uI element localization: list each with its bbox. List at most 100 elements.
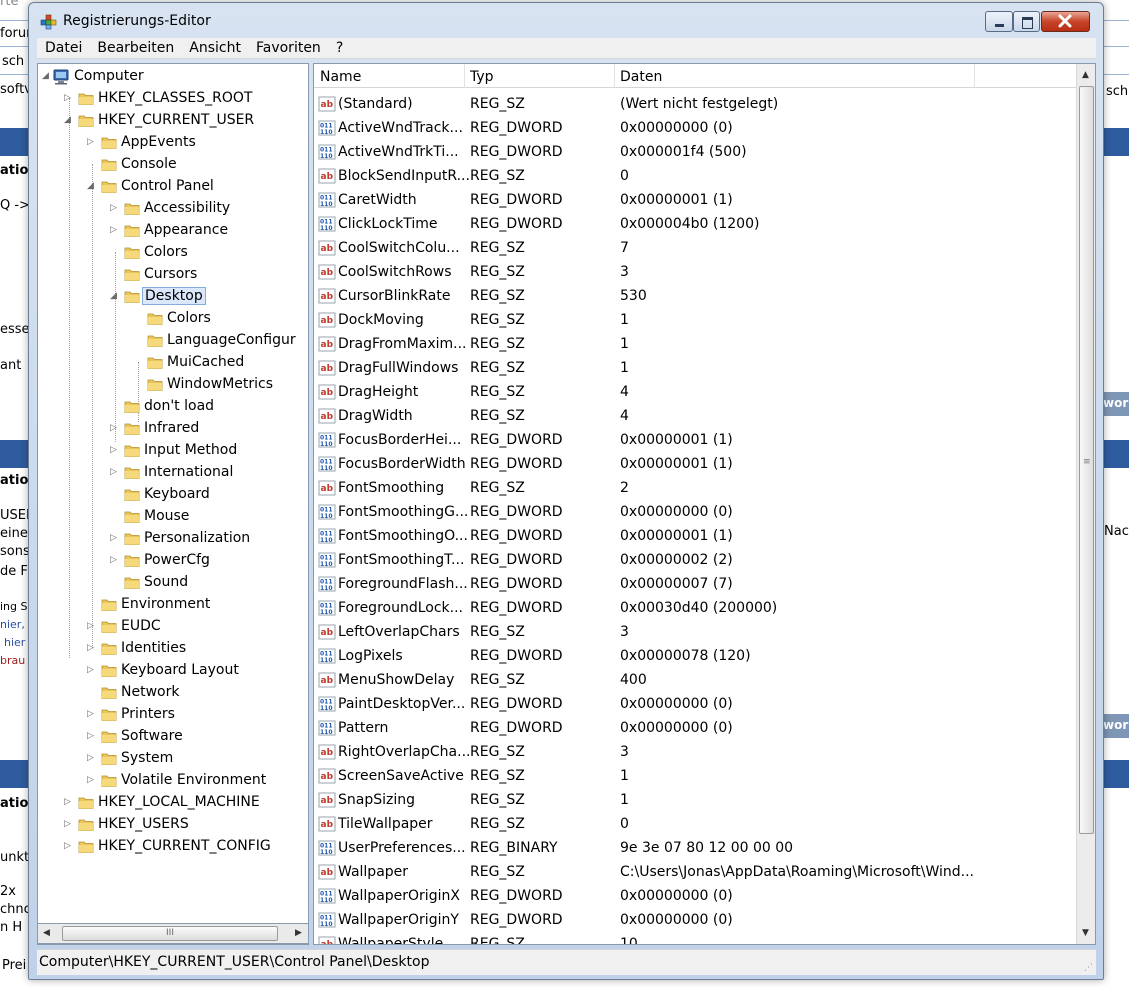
scroll-down-icon[interactable]: ▼ — [1082, 928, 1089, 938]
registry-value-row[interactable]: 011 110 FontSmoothingG... REG_DWORD 0x000000… — [314, 500, 1076, 524]
svg-text:ab: ab — [321, 628, 334, 638]
expand-arrow-icon[interactable]: ▷ — [87, 666, 96, 675]
column-header-name[interactable]: Name — [320, 69, 361, 85]
folder-icon — [124, 487, 140, 502]
registry-tree[interactable]: ◢ Computer ▷ HKEY_CLASSES_ROOT ◢ HKEY_CURRENT… — [37, 63, 309, 945]
value-name: CaretWidth — [338, 192, 417, 208]
menu-bearbeiten[interactable]: Bearbeiten — [89, 38, 181, 59]
expand-arrow-icon[interactable]: ▷ — [87, 138, 96, 147]
menu-favoriten[interactable]: Favoriten — [248, 38, 328, 59]
registry-value-row[interactable]: ab Wallpaper REG_SZ C:\Users\Jonas\AppData\… — [314, 860, 1076, 884]
registry-value-row[interactable]: 011 110 Pattern REG_DWORD 0x00000000 (0) — [314, 716, 1076, 740]
tree-horizontal-scrollbar[interactable]: ◀ III ▶ — [37, 923, 309, 944]
registry-value-row[interactable]: 011 110 ActiveWndTrack... REG_DWORD 0x000000… — [314, 116, 1076, 140]
registry-value-row[interactable]: 011 110 FocusBorderHei... REG_DWORD 0x000000… — [314, 428, 1076, 452]
registry-value-row[interactable]: ab DockMoving REG_SZ 1 — [314, 308, 1076, 332]
value-data: 2 — [620, 480, 629, 496]
expand-arrow-icon[interactable]: ▷ — [87, 754, 96, 763]
svg-text:110: 110 — [320, 729, 333, 736]
string-value-icon: ab — [318, 480, 336, 496]
expand-arrow-icon[interactable]: ▷ — [87, 622, 96, 631]
value-type: REG_SZ — [470, 624, 525, 640]
column-header-data[interactable]: Daten — [620, 69, 662, 85]
expand-arrow-icon[interactable]: ▷ — [110, 204, 119, 213]
values-list[interactable]: Name Typ Daten ab (Standard) REG_SZ (Wert n… — [313, 63, 1096, 945]
expand-arrow-icon[interactable]: ▷ — [64, 842, 73, 851]
menu-datei[interactable]: Datei — [37, 38, 89, 59]
value-type: REG_SZ — [470, 336, 525, 352]
expand-arrow-icon[interactable]: ▷ — [64, 798, 73, 807]
collapse-arrow-icon[interactable]: ◢ — [110, 292, 119, 301]
registry-value-row[interactable]: ab CoolSwitchColu... REG_SZ 7 — [314, 236, 1076, 260]
column-header-type[interactable]: Typ — [470, 69, 494, 85]
expand-arrow-icon[interactable]: ▷ — [110, 534, 119, 543]
registry-value-row[interactable]: 011 110 ClickLockTime REG_DWORD 0x000004b0 (… — [314, 212, 1076, 236]
registry-value-row[interactable]: ab DragFullWindows REG_SZ 1 — [314, 356, 1076, 380]
expand-arrow-icon[interactable]: ▷ — [110, 424, 119, 433]
registry-value-row[interactable]: ab CursorBlinkRate REG_SZ 530 — [314, 284, 1076, 308]
binary-value-icon: 011 110 — [318, 504, 336, 520]
registry-value-row[interactable]: ab BlockSendInputR... REG_SZ 0 — [314, 164, 1076, 188]
expand-arrow-icon[interactable]: ▷ — [87, 710, 96, 719]
expand-arrow-icon[interactable]: ▷ — [64, 94, 73, 103]
menu-ansicht[interactable]: Ansicht — [181, 38, 248, 59]
registry-value-row[interactable]: 011 110 CaretWidth REG_DWORD 0x00000001 (1) — [314, 188, 1076, 212]
resize-grip-icon[interactable]: ⋰ — [1084, 963, 1093, 973]
collapse-arrow-icon[interactable]: ◢ — [87, 182, 96, 191]
registry-value-row[interactable]: 011 110 FontSmoothingO... REG_DWORD 0x000000… — [314, 524, 1076, 548]
registry-value-row[interactable]: ab CoolSwitchRows REG_SZ 3 — [314, 260, 1076, 284]
registry-value-row[interactable]: 011 110 ForegroundFlash... REG_DWORD 0x00000… — [314, 572, 1076, 596]
close-icon — [1058, 14, 1072, 28]
registry-value-row[interactable]: ab DragWidth REG_SZ 4 — [314, 404, 1076, 428]
expand-arrow-icon[interactable]: ▷ — [110, 468, 119, 477]
registry-value-row[interactable]: ab TileWallpaper REG_SZ 0 — [314, 812, 1076, 836]
expand-arrow-icon[interactable]: ▷ — [87, 776, 96, 785]
svg-text:ab: ab — [321, 820, 334, 830]
title-bar[interactable]: Registrierungs-Editor — [29, 3, 1103, 37]
expand-arrow-icon[interactable]: ▷ — [110, 556, 119, 565]
svg-text:110: 110 — [320, 609, 333, 616]
menu-help[interactable]: ? — [328, 38, 350, 59]
registry-value-row[interactable]: ab LeftOverlapChars REG_SZ 3 — [314, 620, 1076, 644]
scroll-left-icon[interactable]: ◀ — [43, 928, 50, 938]
collapse-arrow-icon[interactable]: ◢ — [64, 116, 73, 125]
registry-value-row[interactable]: 011 110 UserPreferences... REG_BINARY 9e 3e … — [314, 836, 1076, 860]
registry-value-row[interactable]: ab WallpaperStyle REG_SZ 10 — [314, 932, 1076, 944]
registry-value-row[interactable]: ab DragFromMaxim... REG_SZ 1 — [314, 332, 1076, 356]
registry-value-row[interactable]: ab ScreenSaveActive REG_SZ 1 — [314, 764, 1076, 788]
registry-value-row[interactable]: 011 110 ActiveWndTrkTi... REG_DWORD 0x000001… — [314, 140, 1076, 164]
registry-value-row[interactable]: ab DragHeight REG_SZ 4 — [314, 380, 1076, 404]
registry-value-row[interactable]: ab (Standard) REG_SZ (Wert nicht festgelegt… — [314, 92, 1076, 116]
value-name: FocusBorderWidth — [338, 456, 466, 472]
value-data: 0x00000001 (1) — [620, 528, 733, 544]
scroll-up-icon[interactable]: ▲ — [1082, 70, 1089, 80]
expand-arrow-icon[interactable]: ▷ — [64, 820, 73, 829]
maximize-button[interactable] — [1013, 11, 1040, 32]
list-vertical-scrollbar[interactable]: ▲ ≡ ▼ — [1076, 64, 1095, 944]
registry-value-row[interactable]: 011 110 WallpaperOriginX REG_DWORD 0x0000000… — [314, 884, 1076, 908]
registry-value-row[interactable]: 011 110 FontSmoothingT... REG_DWORD 0x000000… — [314, 548, 1076, 572]
tree-scroll-thumb[interactable]: III — [62, 926, 278, 941]
registry-value-row[interactable]: 011 110 LogPixels REG_DWORD 0x00000078 (120) — [314, 644, 1076, 668]
collapse-arrow-icon[interactable]: ◢ — [42, 72, 51, 81]
registry-value-row[interactable]: ab FontSmoothing REG_SZ 2 — [314, 476, 1076, 500]
registry-value-row[interactable]: ab SnapSizing REG_SZ 1 — [314, 788, 1076, 812]
list-scroll-thumb[interactable]: ≡ — [1079, 86, 1094, 834]
registry-value-row[interactable]: 011 110 FocusBorderWidth REG_DWORD 0x0000000… — [314, 452, 1076, 476]
value-type: REG_SZ — [470, 672, 525, 688]
svg-text:ab: ab — [321, 364, 334, 374]
registry-value-row[interactable]: 011 110 PaintDesktopVer... REG_DWORD 0x00000… — [314, 692, 1076, 716]
registry-value-row[interactable]: ab RightOverlapCha... REG_SZ 3 — [314, 740, 1076, 764]
minimize-button[interactable] — [985, 11, 1013, 32]
registry-value-row[interactable]: 011 110 ForegroundLock... REG_DWORD 0x00030d… — [314, 596, 1076, 620]
expand-arrow-icon[interactable]: ▷ — [110, 226, 119, 235]
expand-arrow-icon[interactable]: ▷ — [110, 446, 119, 455]
registry-value-row[interactable]: 011 110 WallpaperOriginY REG_DWORD 0x0000000… — [314, 908, 1076, 932]
value-data: 0x00000000 (0) — [620, 120, 733, 136]
scroll-grip: III — [166, 928, 174, 938]
registry-value-row[interactable]: ab MenuShowDelay REG_SZ 400 — [314, 668, 1076, 692]
expand-arrow-icon[interactable]: ▷ — [87, 732, 96, 741]
close-button[interactable] — [1041, 11, 1090, 32]
expand-arrow-icon[interactable]: ▷ — [87, 644, 96, 653]
scroll-right-icon[interactable]: ▶ — [295, 928, 302, 938]
